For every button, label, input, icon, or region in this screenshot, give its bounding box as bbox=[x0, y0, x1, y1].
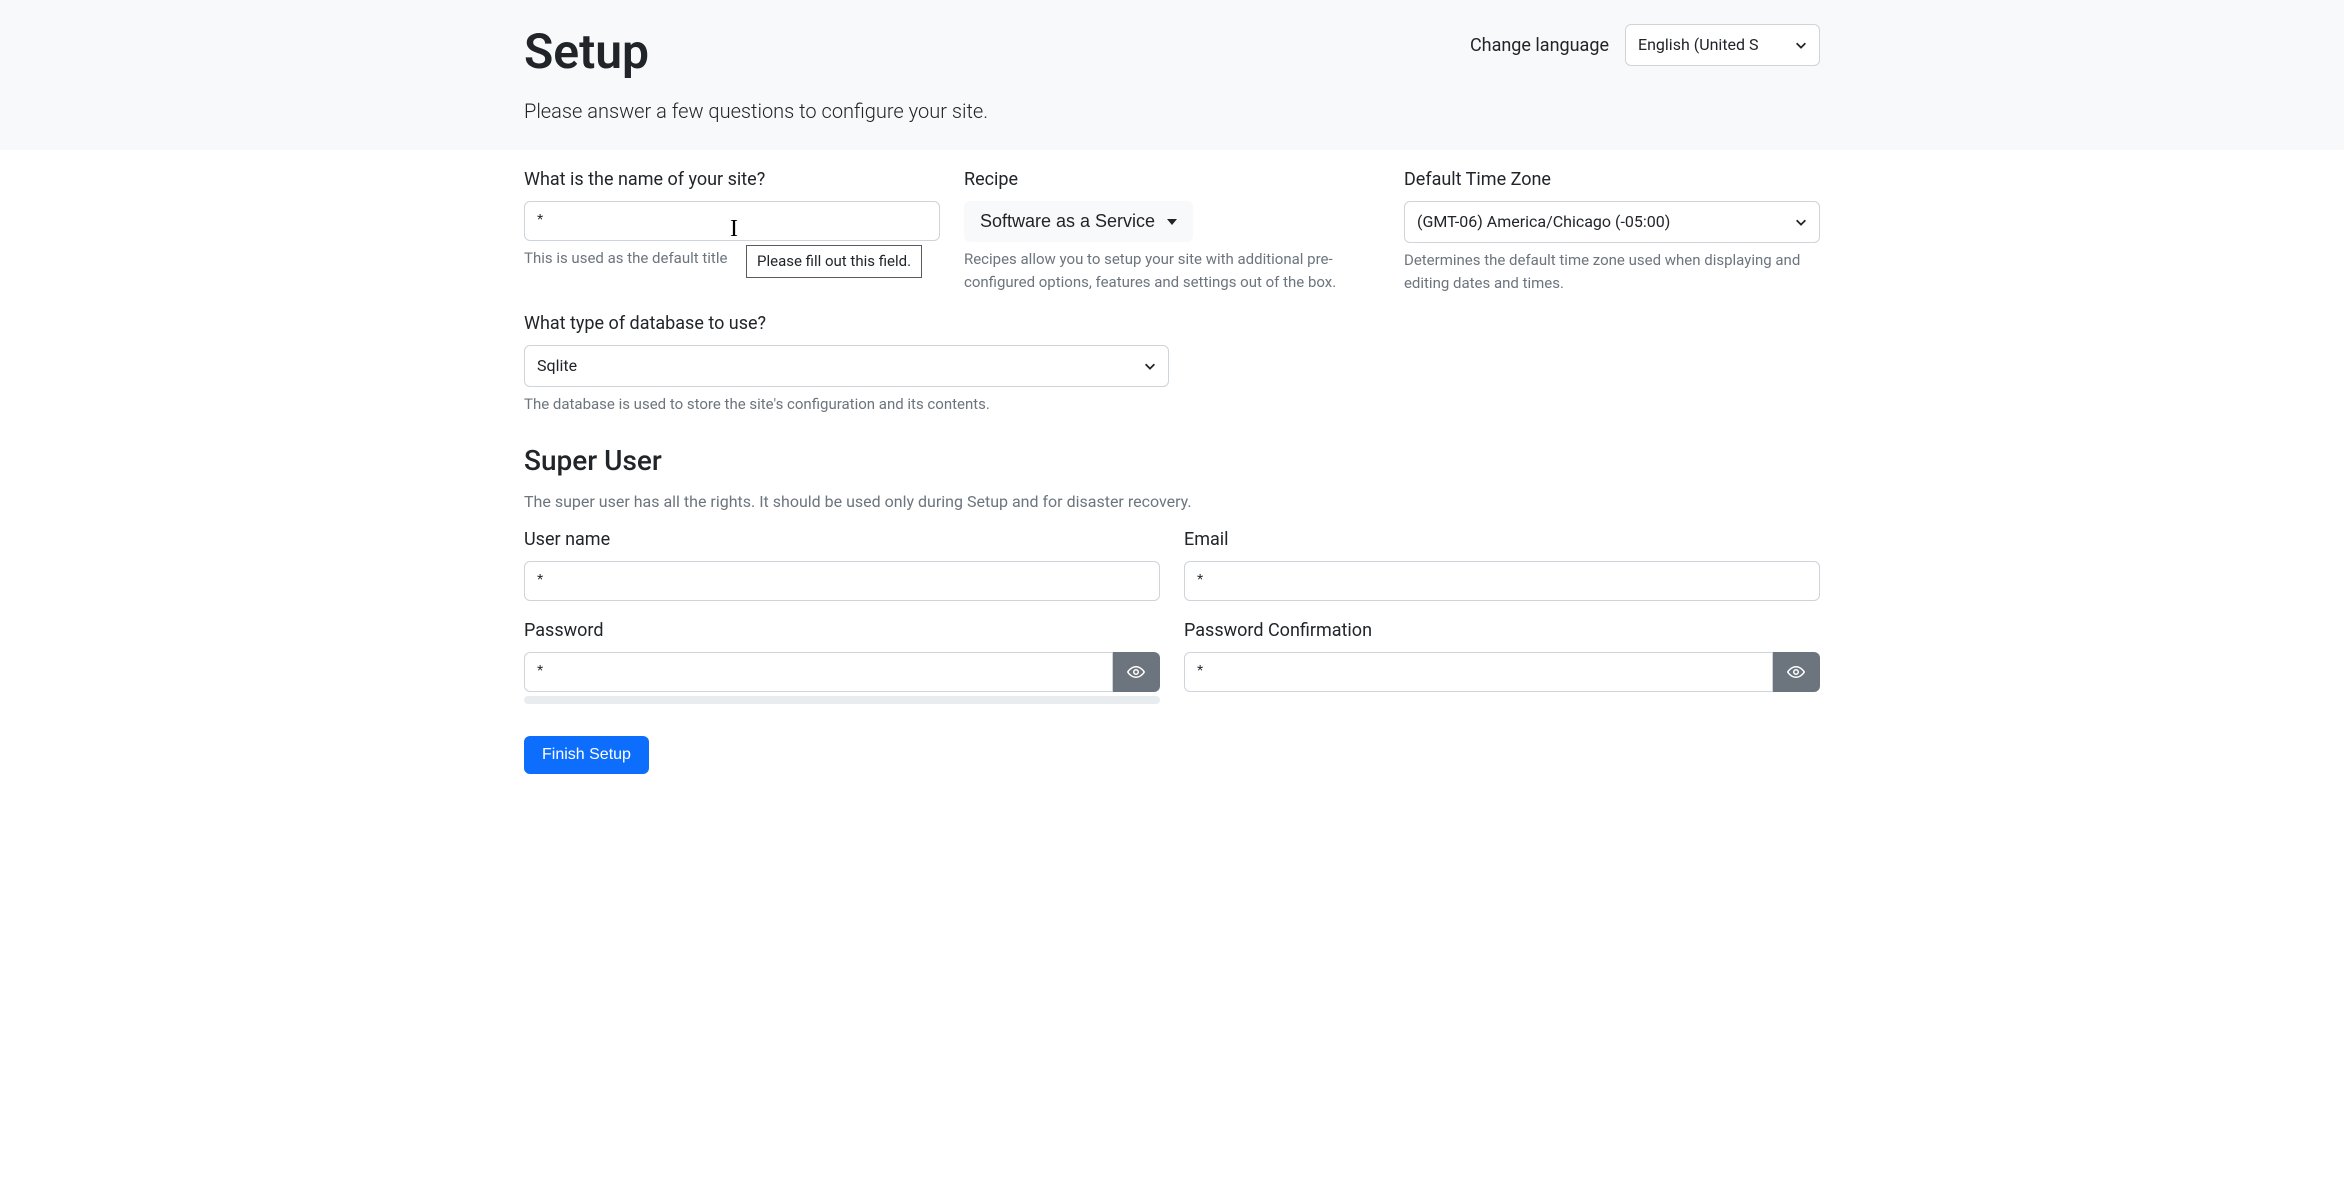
timezone-help: Determines the default time zone used wh… bbox=[1404, 249, 1820, 294]
username-label: User name bbox=[524, 526, 1160, 553]
email-group: Email bbox=[1184, 526, 1820, 601]
site-name-group: What is the name of your site? I Please … bbox=[524, 166, 940, 270]
superuser-heading: Super User bbox=[524, 440, 1820, 482]
username-group: User name bbox=[524, 526, 1160, 601]
eye-icon bbox=[1127, 663, 1145, 681]
superuser-desc: The super user has all the rights. It sh… bbox=[524, 490, 1820, 514]
password-group: Password bbox=[524, 617, 1160, 704]
superuser-fieldset: Super User The super user has all the ri… bbox=[524, 432, 1820, 720]
password-input[interactable] bbox=[524, 652, 1113, 692]
password-confirm-input[interactable] bbox=[1184, 652, 1773, 692]
page-subtitle: Please answer a few questions to configu… bbox=[524, 96, 988, 126]
recipe-dropdown-button[interactable]: Software as a Service bbox=[964, 201, 1193, 242]
toggle-password-confirm-visibility-button[interactable] bbox=[1773, 652, 1820, 692]
password-label: Password bbox=[524, 617, 1160, 644]
password-confirm-label: Password Confirmation bbox=[1184, 617, 1820, 644]
email-label: Email bbox=[1184, 526, 1820, 553]
site-name-label: What is the name of your site? bbox=[524, 166, 940, 193]
recipe-help: Recipes allow you to setup your site wit… bbox=[964, 248, 1380, 293]
password-confirm-group: Password Confirmation bbox=[1184, 617, 1820, 692]
password-strength-bar bbox=[524, 696, 1160, 704]
page-header: Setup Please answer a few questions to c… bbox=[0, 0, 2344, 150]
change-language-label: Change language bbox=[1470, 32, 1609, 59]
timezone-select-wrapper[interactable]: (GMT-06) America/Chicago (-05:00) bbox=[1404, 201, 1820, 243]
finish-setup-button[interactable]: Finish Setup bbox=[524, 736, 649, 774]
email-input[interactable] bbox=[1184, 561, 1820, 601]
eye-icon bbox=[1787, 663, 1805, 681]
recipe-selected: Software as a Service bbox=[980, 211, 1155, 232]
page-title: Setup bbox=[524, 16, 988, 88]
database-group: What type of database to use? Sqlite The… bbox=[524, 310, 1169, 416]
recipe-group: Recipe Software as a Service Recipes all… bbox=[964, 166, 1380, 293]
language-select[interactable]: English (United S bbox=[1625, 24, 1820, 66]
database-label: What type of database to use? bbox=[524, 310, 1169, 337]
username-input[interactable] bbox=[524, 561, 1160, 601]
site-name-input[interactable] bbox=[524, 201, 940, 241]
header-right: Change language English (United S bbox=[1470, 24, 1820, 66]
caret-down-icon bbox=[1167, 219, 1177, 225]
language-select-wrapper[interactable]: English (United S bbox=[1625, 24, 1820, 66]
timezone-label: Default Time Zone bbox=[1404, 166, 1820, 193]
database-help: The database is used to store the site's… bbox=[524, 393, 1169, 416]
database-select-wrapper[interactable]: Sqlite bbox=[524, 345, 1169, 387]
toggle-password-visibility-button[interactable] bbox=[1113, 652, 1160, 692]
timezone-group: Default Time Zone (GMT-06) America/Chica… bbox=[1404, 166, 1820, 294]
timezone-select[interactable]: (GMT-06) America/Chicago (-05:00) bbox=[1404, 201, 1820, 243]
validation-tooltip: Please fill out this field. bbox=[746, 245, 922, 278]
recipe-label: Recipe bbox=[964, 166, 1380, 193]
database-select[interactable]: Sqlite bbox=[524, 345, 1169, 387]
header-left: Setup Please answer a few questions to c… bbox=[524, 16, 988, 126]
